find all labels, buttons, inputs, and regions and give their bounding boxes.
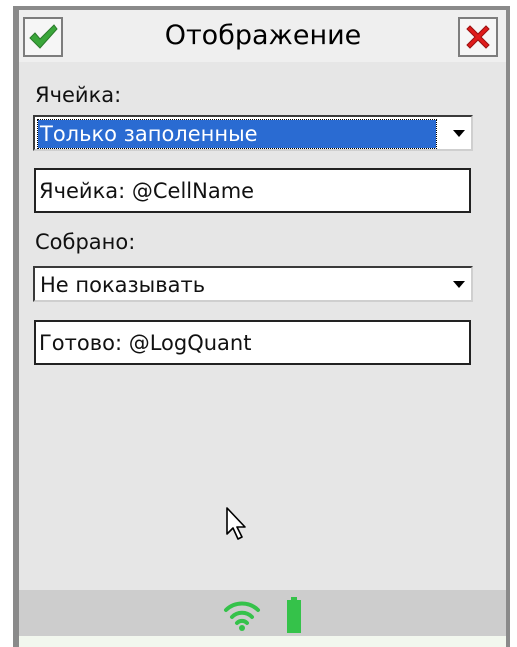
display-settings-dialog: Отображение Ячейка: Только заполенные Яч… xyxy=(19,10,506,641)
done-format-value: Готово: @LogQuant xyxy=(39,331,252,355)
ok-button[interactable] xyxy=(23,17,63,57)
close-button[interactable] xyxy=(458,17,498,57)
battery-icon xyxy=(287,597,301,633)
title-bar: Отображение xyxy=(19,10,506,62)
screen: Отображение Ячейка: Только заполенные Яч… xyxy=(0,0,517,647)
dialog-title: Отображение xyxy=(164,20,362,51)
cell-mode-selected-value: Только заполенные xyxy=(37,119,437,149)
dropdown-arrow-icon[interactable] xyxy=(453,281,465,288)
collected-mode-selected-value: Не показывать xyxy=(40,273,206,297)
dropdown-arrow-icon[interactable] xyxy=(453,130,465,137)
checkmark-icon xyxy=(29,24,58,49)
close-x-icon xyxy=(466,25,490,49)
cell-format-input[interactable]: Ячейка: @CellName xyxy=(34,168,471,213)
bottom-edge xyxy=(19,636,506,647)
cell-label: Ячейка: xyxy=(35,83,122,107)
mouse-pointer-icon xyxy=(226,507,246,540)
status-bar xyxy=(19,590,506,641)
cell-format-value: Ячейка: @CellName xyxy=(39,179,255,203)
collected-label: Собрано: xyxy=(35,230,136,254)
done-format-input[interactable]: Готово: @LogQuant xyxy=(34,320,471,365)
wifi-icon xyxy=(224,601,260,631)
cell-mode-dropdown[interactable]: Только заполенные xyxy=(33,115,473,151)
collected-mode-dropdown[interactable]: Не показывать xyxy=(33,266,473,302)
